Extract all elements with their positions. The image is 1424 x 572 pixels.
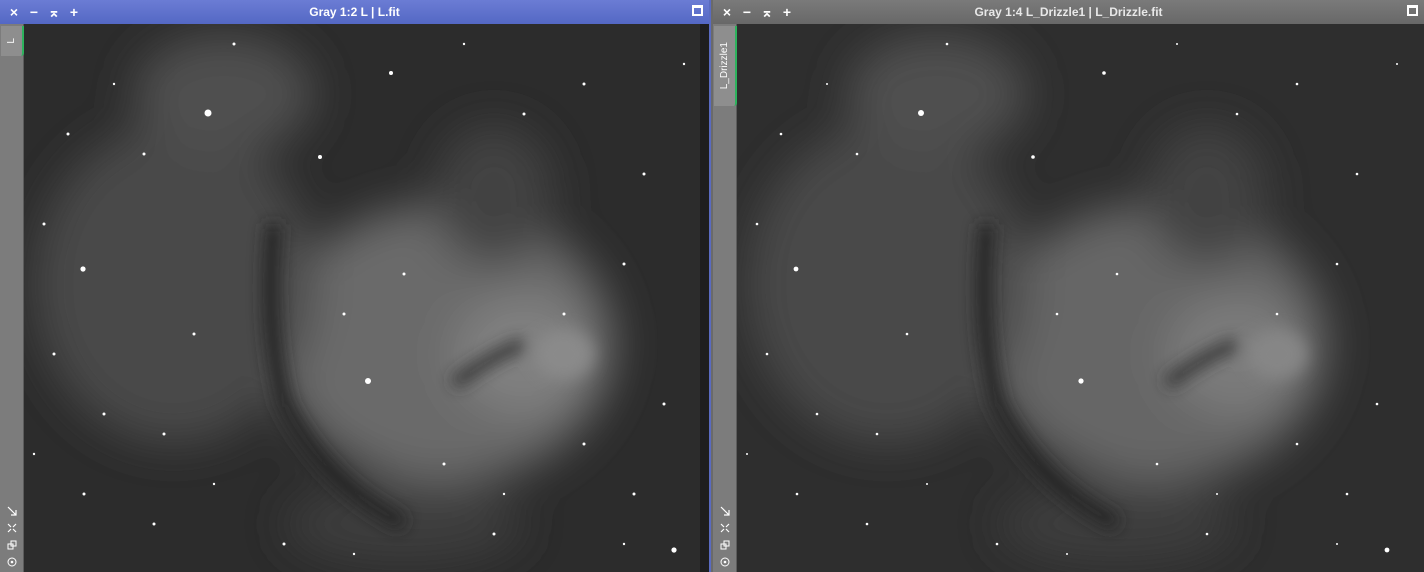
shrink-icon[interactable]	[4, 503, 20, 519]
minimize-icon[interactable]: −	[737, 0, 757, 24]
fit-icon[interactable]	[717, 520, 733, 536]
image-canvas[interactable]	[737, 24, 1424, 572]
view-sidebar: L_Drizzle1	[713, 24, 737, 572]
view-tab-label: L	[6, 38, 17, 44]
window-title: Gray 1:2 L | L.fit	[309, 5, 400, 19]
zoom-in-icon[interactable]: +	[64, 0, 84, 24]
title-bar[interactable]: Gray 1:2 L | L.fit × − ⌅ +	[0, 0, 709, 24]
close-icon[interactable]: ×	[717, 0, 737, 24]
clone-icon[interactable]	[4, 537, 20, 553]
image-window-right[interactable]: Gray 1:4 L_Drizzle1 | L_Drizzle.fit × − …	[713, 0, 1424, 572]
target-icon[interactable]	[4, 554, 20, 570]
maximize-icon[interactable]	[1407, 5, 1418, 16]
nebula-image	[24, 24, 709, 572]
close-icon[interactable]: ×	[4, 0, 24, 24]
window-title: Gray 1:4 L_Drizzle1 | L_Drizzle.fit	[974, 5, 1163, 19]
image-canvas[interactable]	[24, 24, 709, 572]
minimize-icon[interactable]: −	[24, 0, 44, 24]
zoom-in-icon[interactable]: +	[777, 0, 797, 24]
shade-icon[interactable]: ⌅	[44, 0, 64, 24]
view-tab[interactable]: L_Drizzle1	[714, 26, 737, 106]
clone-icon[interactable]	[717, 537, 733, 553]
view-tab[interactable]: L	[1, 26, 24, 56]
target-icon[interactable]	[717, 554, 733, 570]
shrink-icon[interactable]	[717, 503, 733, 519]
maximize-icon[interactable]	[692, 5, 703, 16]
image-window-left[interactable]: Gray 1:2 L | L.fit × − ⌅ + L	[0, 0, 711, 572]
shade-icon[interactable]: ⌅	[757, 0, 777, 24]
view-tab-label: L_Drizzle1	[719, 42, 730, 90]
fit-icon[interactable]	[4, 520, 20, 536]
view-sidebar: L	[0, 24, 24, 572]
nebula-image	[737, 24, 1424, 572]
title-bar[interactable]: Gray 1:4 L_Drizzle1 | L_Drizzle.fit × − …	[713, 0, 1424, 24]
